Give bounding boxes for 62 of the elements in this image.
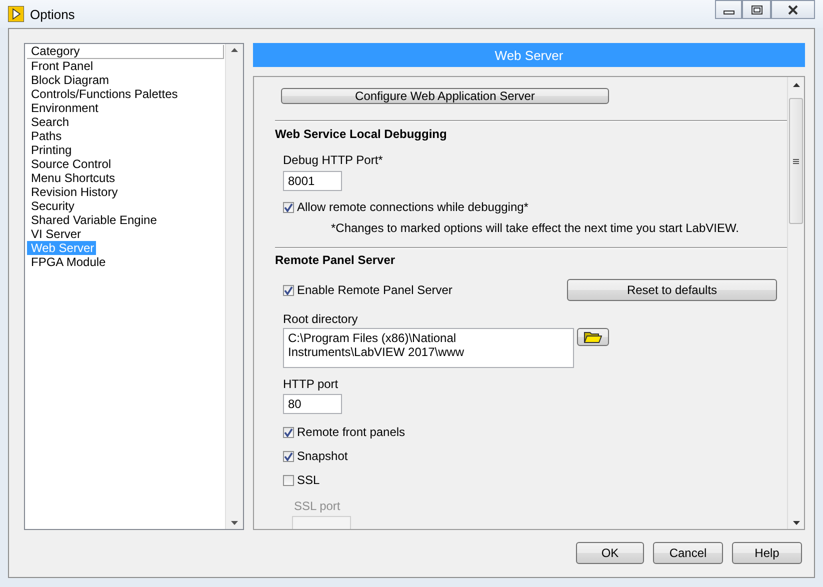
checkbox-label: Allow remote connections while debugging* [297,200,528,214]
grip-icon [793,158,799,164]
check-icon [284,452,293,460]
maximize-button[interactable] [742,0,771,19]
close-icon [787,4,799,14]
category-item[interactable]: Search [27,115,72,129]
note-text: *Changes to marked options will take effect the next time you start LabVIEW. [331,221,739,235]
minimize-button[interactable] [715,0,742,19]
dialog-button[interactable]: Cancel [653,542,723,564]
path-field[interactable]: C:\Program Files (x86)\National Instruments\LabVIEW 2017\www [283,328,574,368]
category-item[interactable]: Security [27,199,76,213]
category-item[interactable]: Source Control [27,157,114,171]
scrollbar[interactable] [225,44,243,529]
field-label: Root directory [283,312,358,326]
checkbox[interactable] [283,426,294,438]
maximize-icon [750,4,762,14]
category-item[interactable]: Front Panel [27,59,96,73]
column-header[interactable]: Category [27,45,224,59]
check-icon [284,286,293,294]
category-item[interactable]: Paths [27,129,64,143]
category-item[interactable]: Block Diagram [27,73,112,87]
checkbox-label: Snapshot [297,449,348,463]
scrollbar[interactable] [787,77,804,529]
input-field[interactable]: 80 [283,394,342,414]
dialog-button[interactable]: Help [732,542,802,564]
category-item[interactable]: Shared Variable Engine [27,213,159,227]
category-item[interactable]: VI Server [27,227,84,241]
category-item[interactable]: Printing [27,143,74,157]
scroll-thumb[interactable] [789,98,803,224]
section-heading: Remote Panel Server [275,253,396,267]
checkbox[interactable] [283,450,294,462]
scroll-up-icon [231,48,238,52]
category-item[interactable]: Revision History [27,185,120,199]
category-item[interactable]: Environment [27,101,100,115]
window-title: Options [30,6,75,22]
field-label: HTTP port [283,377,338,391]
close-button[interactable] [771,0,815,19]
configure-button[interactable]: Configure Web Application Server [281,88,609,104]
scroll-down-icon [792,521,800,525]
check-icon [284,202,293,212]
field-label: Debug HTTP Port* [283,153,383,167]
folder-icon [584,331,602,343]
checkbox[interactable] [283,284,294,296]
category-item[interactable]: Menu Shortcuts [27,171,118,185]
scroll-up-icon [792,83,800,87]
check-icon [284,428,293,436]
checkbox[interactable] [283,202,294,212]
section-heading: Web Service Local Debugging [275,127,447,141]
dialog-button[interactable]: OK [576,542,644,564]
category-item[interactable]: Controls/Functions Palettes [27,87,180,101]
checkbox-label: Remote front panels [297,425,406,439]
panel-title: Web Server [253,43,805,67]
scroll-down-icon [231,521,238,525]
field-label: SSL port [294,499,340,513]
input-field[interactable]: 8001 [283,171,342,191]
app-logo-icon [8,6,24,22]
checkbox[interactable] [283,474,294,486]
category-item[interactable]: FPGA Module [27,255,108,269]
reset-button[interactable]: Reset to defaults [567,279,777,301]
browse-button[interactable] [577,328,609,346]
checkbox-label: Enable Remote Panel Server [297,283,452,297]
checkbox-label: SSL [297,473,320,487]
